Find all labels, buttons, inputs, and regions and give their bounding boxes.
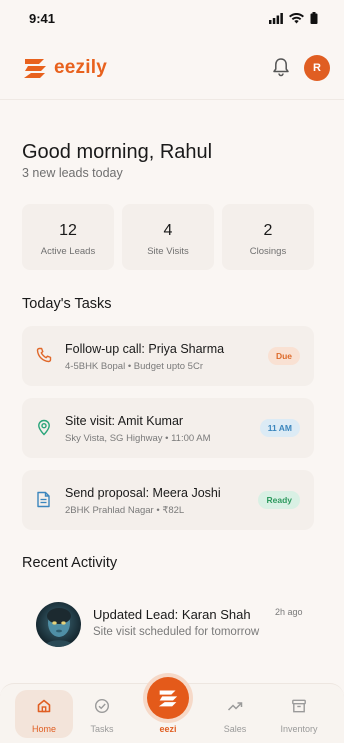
greeting-subtitle: 3 new leads today [22, 166, 123, 180]
eezily-logo-icon [158, 690, 178, 707]
tasks-heading: Today's Tasks [22, 296, 112, 312]
nav-label: Tasks [90, 724, 114, 734]
brand-logo[interactable]: eezily [22, 56, 107, 80]
nav-item-eezi[interactable] [147, 677, 189, 719]
stat-card-closings[interactable]: 2 Closings [222, 204, 314, 270]
task-title: Send proposal: Meera Joshi [65, 486, 221, 500]
stats-row: 12 Active Leads 4 Site Visits 2 Closings [22, 204, 314, 270]
task-card-proposal[interactable]: Send proposal: Meera Joshi 2BHK Prahlad … [22, 470, 314, 530]
eezily-logo-icon [24, 59, 46, 78]
stat-value: 12 [59, 222, 77, 239]
check-circle-icon [94, 698, 110, 714]
task-subtitle: Sky Vista, SG Highway • 11:00 AM [65, 433, 211, 444]
nav-label-eezi: eezi [159, 724, 177, 734]
task-subtitle: 2BHK Prahlad Nagar • ₹82L [65, 505, 185, 516]
nav-label: Sales [223, 724, 247, 734]
stat-card-site-visits[interactable]: 4 Site Visits [122, 204, 214, 270]
task-subtitle: 4-5BHK Bopal • Budget upto 5Cr [65, 361, 203, 372]
stat-value: 4 [163, 222, 173, 239]
stat-card-active-leads[interactable]: 12 Active Leads [22, 204, 114, 270]
stat-label: Closings [249, 246, 287, 257]
nav-item-sales[interactable]: Sales [205, 698, 265, 734]
stat-label: Site Visits [147, 246, 189, 257]
location-pin-icon [38, 419, 50, 436]
nav-label: Inventory [280, 724, 318, 734]
notification-bell-icon[interactable] [272, 57, 290, 77]
app-header: eezily R [0, 40, 344, 100]
wifi-icon [289, 12, 304, 23]
user-avatar[interactable]: R [304, 55, 330, 81]
greeting-title: Good morning, Rahul [22, 141, 213, 163]
stat-value: 2 [263, 222, 273, 239]
activity-avatar [36, 602, 81, 647]
nav-item-home[interactable]: Home [14, 698, 74, 734]
status-badge: Due [267, 347, 300, 365]
activity-time: 2h ago [275, 607, 303, 617]
avatar-image [36, 602, 81, 647]
nav-item-tasks[interactable]: Tasks [72, 698, 132, 734]
home-icon [37, 699, 51, 713]
nav-label: Home [31, 724, 56, 734]
battery-icon [310, 12, 318, 24]
archive-box-icon [292, 699, 306, 713]
task-card-follow-up[interactable]: Follow-up call: Priya Sharma 4-5BHK Bopa… [22, 326, 314, 386]
document-icon [37, 491, 50, 508]
activity-subtitle: Site visit scheduled for tomorrow [93, 626, 260, 638]
task-title: Follow-up call: Priya Sharma [65, 342, 225, 356]
brand-name: eezily [54, 57, 107, 78]
nav-item-inventory[interactable]: Inventory [269, 698, 329, 734]
time-badge: 11 AM [259, 419, 300, 437]
cellular-signal-icon [269, 12, 283, 24]
status-bar: 9:41 [0, 0, 344, 38]
phone-icon [36, 347, 52, 363]
stat-label: Active Leads [40, 246, 96, 257]
task-card-site-visit[interactable]: Site visit: Amit Kumar Sky Vista, SG Hig… [22, 398, 314, 458]
status-icons [269, 12, 318, 24]
activity-heading: Recent Activity [22, 555, 118, 571]
task-title: Site visit: Amit Kumar [65, 414, 184, 428]
status-time: 9:41 [29, 11, 56, 26]
status-badge: Ready [258, 491, 300, 509]
activity-title: Updated Lead: Karan Shah [93, 607, 251, 622]
trend-up-icon [227, 702, 243, 711]
